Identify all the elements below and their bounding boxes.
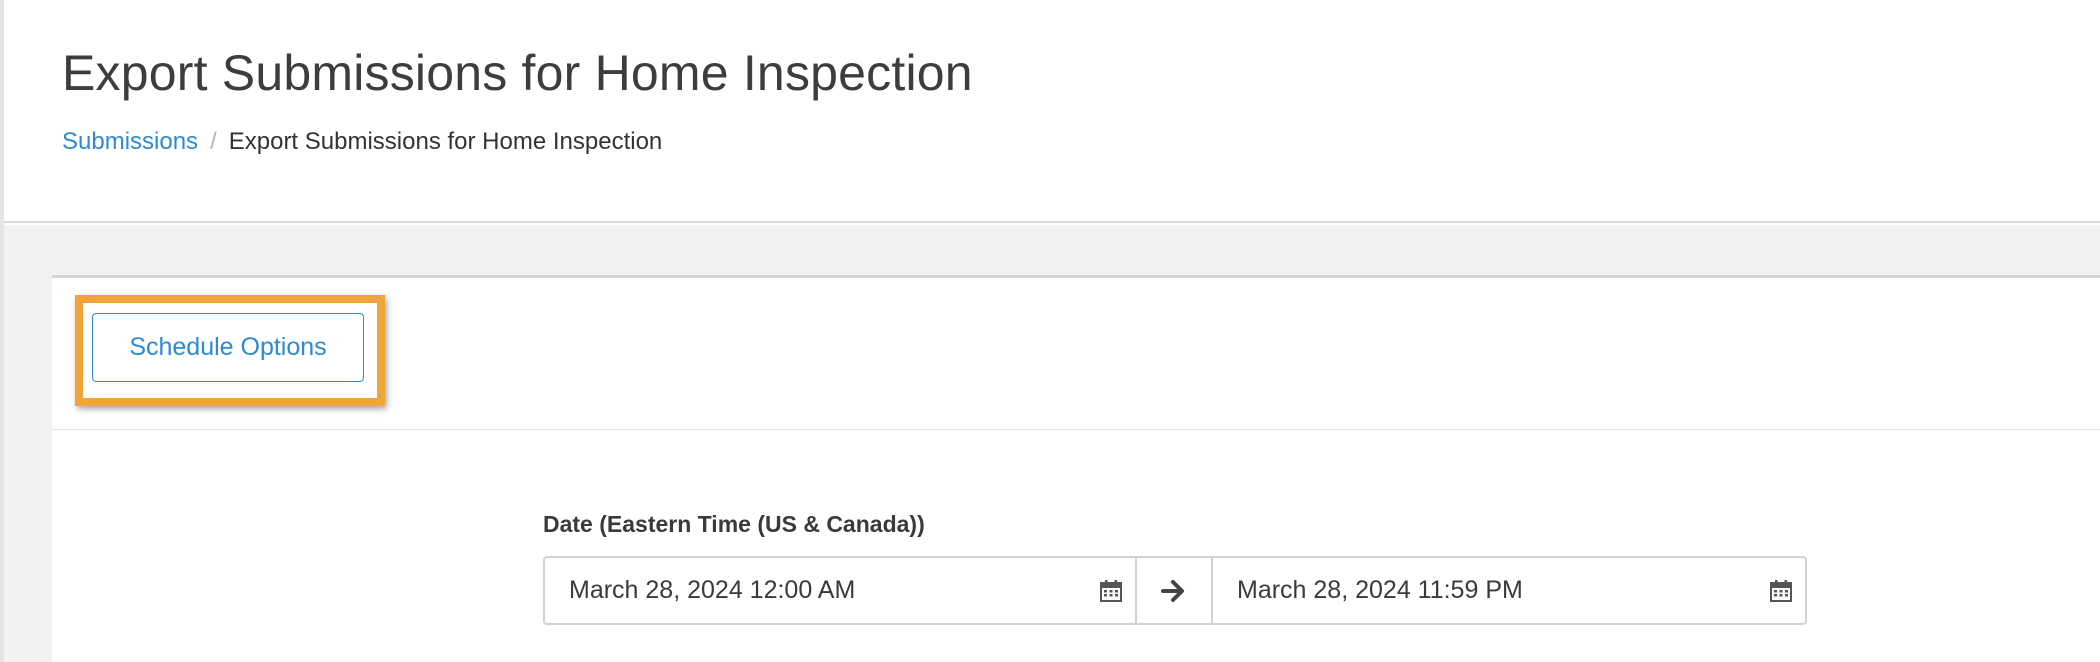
date-range-arrow xyxy=(1137,556,1213,625)
page-header: Export Submissions for Home Inspection S… xyxy=(4,0,2100,223)
breadcrumb-separator: / xyxy=(210,128,217,155)
schedule-options-button[interactable]: Schedule Options xyxy=(92,313,364,382)
date-range-picker: March 28, 2024 12:00 AM March 28, 2024 1… xyxy=(543,556,1807,625)
export-panel: Schedule Options Date (Eastern Time (US … xyxy=(52,275,2100,662)
breadcrumb-current: Export Submissions for Home Inspection xyxy=(228,128,663,155)
date-filter-label: Date (Eastern Time (US & Canada)) xyxy=(543,511,925,537)
calendar-icon[interactable] xyxy=(1099,579,1123,603)
calendar-icon[interactable] xyxy=(1769,579,1793,603)
end-date-input[interactable]: March 28, 2024 11:59 PM xyxy=(1213,556,1807,625)
page-title: Export Submissions for Home Inspection xyxy=(62,45,973,101)
panel-toolbar: Schedule Options xyxy=(52,278,2100,430)
breadcrumb-link-submissions[interactable]: Submissions xyxy=(62,128,198,156)
end-date-value: March 28, 2024 11:59 PM xyxy=(1237,576,1523,604)
breadcrumb: Submissions / Export Submissions for Hom… xyxy=(62,128,662,156)
start-date-input[interactable]: March 28, 2024 12:00 AM xyxy=(543,556,1137,625)
start-date-value: March 28, 2024 12:00 AM xyxy=(569,576,856,604)
arrow-right-icon xyxy=(1161,579,1184,602)
